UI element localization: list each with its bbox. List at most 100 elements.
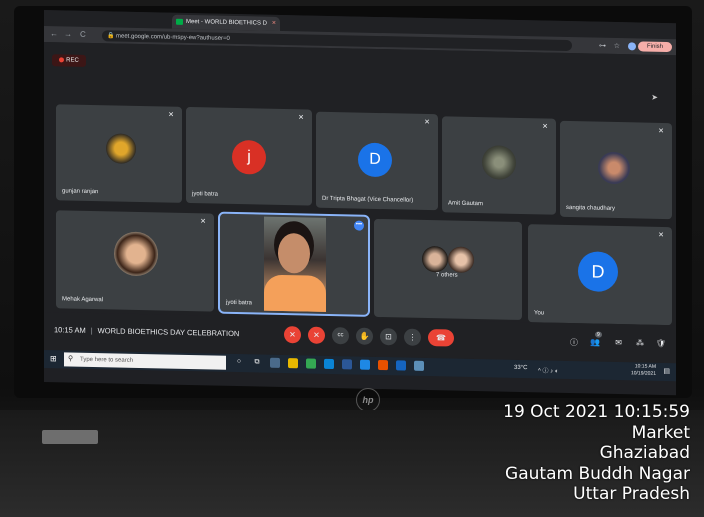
clock-date: 10/19/2021 — [630, 370, 656, 377]
activities-icon[interactable]: ⁂ — [636, 338, 644, 347]
people-glyph: 👥 — [590, 337, 600, 347]
meet-favicon-icon — [176, 18, 183, 25]
participant-tile[interactable]: D ✕ You — [528, 224, 672, 326]
participant-tile[interactable]: D ✕ Dr Tripta Bhagat (Vice Chancellor) — [316, 111, 438, 211]
meet-window-icon[interactable] — [414, 360, 424, 371]
finish-update-button[interactable]: Finish — [638, 41, 672, 53]
participant-name: gunjan ranjan — [62, 188, 99, 196]
speaker-body — [264, 274, 326, 312]
hang-up-button[interactable]: ☎ — [428, 329, 454, 347]
reload-icon[interactable]: C — [80, 30, 86, 39]
meet-stage: REC ➤ ✕ gunjan ranjan j ✕ jyoti batra D … — [44, 42, 676, 356]
stamp-line: Gautam Buddh Nagar — [505, 463, 690, 484]
chrome-icon[interactable] — [306, 358, 316, 369]
task-view-icon[interactable]: ⧉ — [252, 357, 262, 367]
separator: | — [90, 325, 93, 336]
present-screen-button[interactable]: ⊡ — [380, 328, 397, 346]
bookmark-star-icon[interactable]: ☆ — [614, 42, 620, 50]
captions-button[interactable]: cc — [332, 327, 349, 345]
profile-avatar[interactable] — [628, 42, 636, 51]
participant-name: jyoti batra — [226, 299, 253, 307]
participant-photo — [114, 231, 158, 277]
meeting-title: WORLD BIOETHICS DAY CELEBRATION — [97, 326, 240, 339]
participant-name: You — [534, 310, 545, 317]
participant-tile[interactable]: ✕ gunjan ranjan — [56, 104, 182, 203]
laptop-hinge — [42, 430, 98, 444]
key-icon[interactable]: ⊶ — [599, 42, 606, 50]
raise-hand-button[interactable]: ✋ — [356, 327, 373, 345]
participant-name: Mehak Agarwal — [62, 296, 104, 304]
more-options-icon[interactable]: ••• — [354, 220, 364, 231]
edge-icon[interactable] — [324, 358, 334, 370]
photo-location-stamp: 19 Oct 2021 10:15:59 Market Ghaziabad Ga… — [503, 402, 690, 505]
laptop-screen: Meet - WORLD BIOETHICS D × ← → C 🔒 meet.… — [44, 10, 676, 396]
participant-tile[interactable]: j ✕ jyoti batra — [186, 106, 312, 206]
active-speaker-tile[interactable]: ••• jyoti batra — [218, 211, 370, 317]
system-tray-icons[interactable]: ^ ⓘ ♪ ◐ — [538, 365, 558, 374]
meeting-time: 10:15 AM — [54, 325, 86, 335]
mic-off-icon: ✕ — [658, 127, 664, 135]
back-arrow-icon[interactable]: ← — [50, 29, 58, 38]
weather-widget[interactable]: 33°C — [514, 365, 527, 371]
participant-photo — [598, 151, 630, 185]
cortana-icon[interactable]: ○ — [234, 357, 244, 367]
speaker-head — [278, 232, 310, 274]
taskbar-search-box[interactable]: ⚲ Type here to search — [64, 352, 226, 370]
participant-name: sangita chaudhary — [566, 204, 616, 212]
participant-tile[interactable]: ✕ Amit Gautam — [442, 116, 556, 215]
participant-tile[interactable]: ✕ sangita chaudhary — [560, 120, 672, 220]
word-icon[interactable] — [396, 360, 406, 371]
mic-toggle-button[interactable]: ✕ — [284, 326, 301, 344]
search-icon: ⚲ — [68, 355, 74, 363]
app-icon[interactable] — [270, 357, 280, 368]
mouse-cursor-icon: ➤ — [651, 92, 658, 102]
file-explorer-icon[interactable] — [288, 358, 298, 369]
stamp-datetime: 19 Oct 2021 10:15:59 — [503, 402, 690, 422]
participant-avatar: D — [358, 142, 392, 178]
host-controls-icon[interactable]: 🛡 — [656, 339, 666, 348]
search-placeholder: Type here to search — [80, 356, 134, 364]
store-icon[interactable] — [342, 359, 352, 370]
people-icon[interactable]: 👥 9 — [590, 331, 602, 347]
camera-toggle-button[interactable]: ✕ — [308, 326, 325, 344]
stamp-line: Ghaziabad — [599, 443, 690, 463]
participant-avatar: D — [578, 251, 618, 293]
participant-photo — [482, 145, 516, 180]
mic-off-icon: ✕ — [200, 218, 206, 226]
participant-avatar: j — [232, 139, 266, 175]
meeting-details-icon[interactable]: ⓘ — [570, 337, 578, 348]
chat-icon[interactable]: ✉ — [615, 338, 622, 347]
participant-tile[interactable]: 7 others — [374, 218, 522, 321]
mic-off-icon: ✕ — [424, 118, 430, 127]
notification-center-icon[interactable]: ▤ — [663, 367, 670, 375]
hp-logo: hp — [356, 388, 380, 412]
participant-name: jyoti batra — [192, 191, 219, 198]
lock-icon: 🔒 — [107, 33, 115, 40]
participant-name: 7 others — [436, 272, 458, 279]
participant-name: Amit Gautam — [448, 200, 484, 208]
meeting-info: 10:15 AM | WORLD BIOETHICS DAY CELEBRATION — [54, 325, 239, 338]
taskbar-clock[interactable]: 10:15 AM 10/19/2021 — [631, 363, 656, 378]
mic-off-icon: ✕ — [298, 114, 304, 122]
mic-off-icon: ✕ — [658, 231, 664, 239]
participant-photo — [422, 245, 448, 273]
stamp-line: Market — [631, 422, 690, 443]
participant-photo — [448, 246, 474, 274]
participant-photo — [106, 133, 136, 164]
recording-indicator: REC — [52, 54, 86, 67]
mail-icon[interactable] — [360, 359, 370, 370]
more-options-button[interactable]: ⋮ — [404, 328, 421, 346]
stamp-line: Uttar Pradesh — [573, 484, 690, 504]
record-dot-icon — [59, 57, 65, 63]
tab-close-icon[interactable]: × — [272, 20, 276, 27]
forward-arrow-icon[interactable]: → — [64, 29, 72, 38]
url-text: meet.google.com/ub-mspy-ew?authuser=0 — [116, 33, 230, 42]
windows-start-icon[interactable]: ⊞ — [50, 354, 59, 363]
participant-name: Dr Tripta Bhagat (Vice Chancellor) — [322, 195, 414, 204]
tab-title: Meet - WORLD BIOETHICS D — [186, 18, 268, 27]
mic-off-icon: ✕ — [168, 111, 174, 119]
mic-off-icon: ✕ — [542, 123, 548, 131]
rec-label: REC — [66, 57, 79, 64]
office-icon[interactable] — [378, 359, 388, 371]
participant-tile[interactable]: ✕ Mehak Agarwal — [56, 210, 214, 312]
